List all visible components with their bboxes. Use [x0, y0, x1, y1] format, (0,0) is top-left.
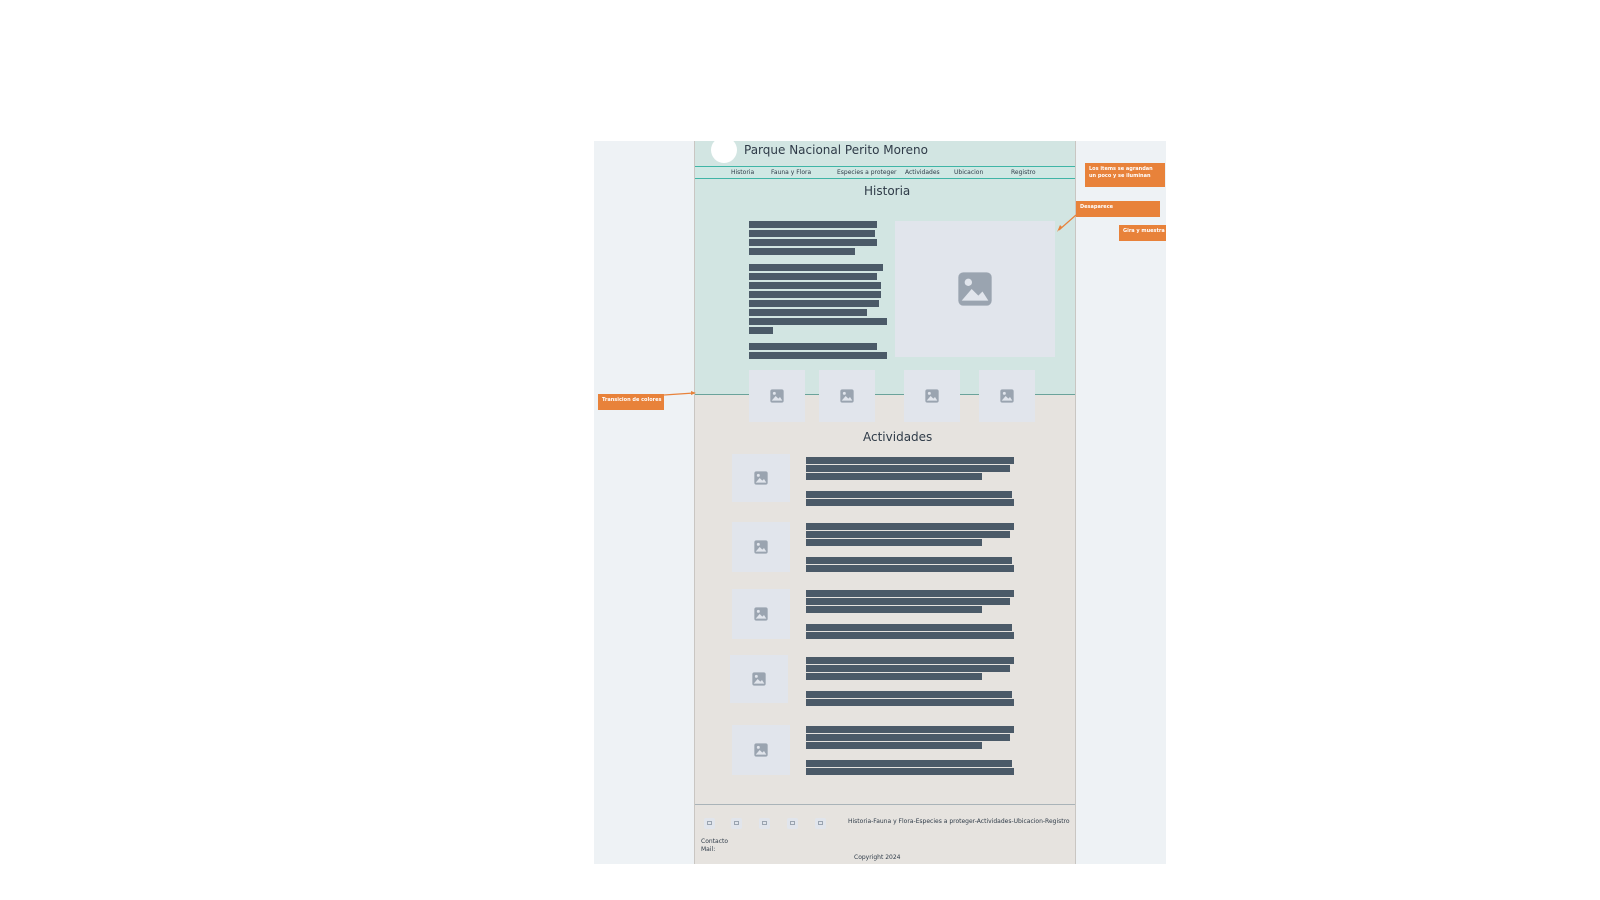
annotation-arrows: [663, 214, 1077, 396]
wireframe-canvas: Parque Nacional Perito Moreno Historia F…: [594, 141, 1166, 864]
